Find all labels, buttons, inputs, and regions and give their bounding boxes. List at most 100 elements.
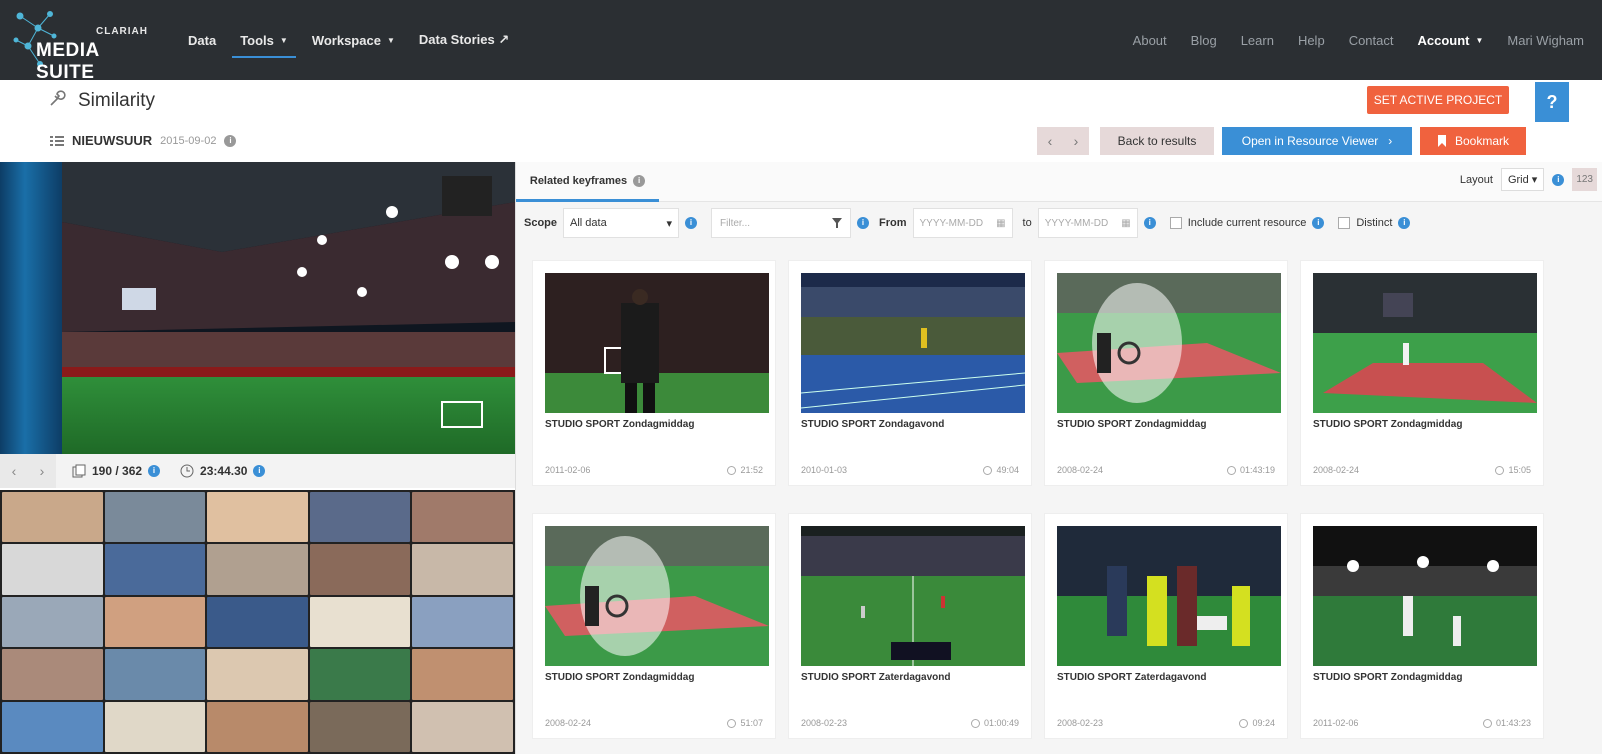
list-icon [50,135,64,146]
info-icon[interactable]: i [1312,217,1325,229]
mosaic-thumbnail[interactable] [412,701,513,752]
result-thumbnail[interactable] [545,273,769,413]
chevron-right-icon: › [1388,134,1393,148]
nav-workspace[interactable]: Workspace ▼ [300,0,407,80]
prev-arrow-icon[interactable]: ‹ [1048,133,1053,149]
mosaic-thumbnail[interactable] [412,596,513,648]
prev-keyframe-icon[interactable]: ‹ [12,463,17,479]
set-active-project-button[interactable]: SET ACTIVE PROJECT [1367,86,1509,114]
result-card[interactable]: STUDIO SPORT Zondagmiddag 2008-02-24 15:05 [1300,260,1544,486]
nav-contact[interactable]: Contact [1337,0,1406,80]
clock-icon [1495,465,1505,475]
secondary-menu: About Blog Learn Help Contact Account ▼ M… [1121,0,1596,80]
nav-tools[interactable]: Tools ▼ [228,0,300,80]
mosaic-thumbnail[interactable] [2,701,103,752]
filter-funnel-icon [832,218,843,228]
result-duration: 01:43:19 [1226,465,1275,475]
mosaic-thumbnail[interactable] [104,492,206,543]
mosaic-thumbnail[interactable] [207,492,308,543]
info-icon[interactable]: i [857,217,870,229]
help-button[interactable]: ? [1535,82,1569,122]
mosaic-thumbnail[interactable] [2,649,103,700]
result-card[interactable]: STUDIO SPORT Zondagmiddag 2008-02-24 01:43… [1044,260,1288,486]
distinct-checkbox[interactable] [1338,217,1351,229]
result-title: STUDIO SPORT Zaterdagavond [801,672,951,683]
mosaic-thumbnail[interactable] [2,544,103,595]
result-card[interactable]: STUDIO SPORT Zaterdagavond 2008-02-23 09:2… [1044,513,1288,739]
media-suite-logo[interactable]: CLARIAH MEDIA SUITE [10,6,160,83]
nav-data-stories[interactable]: Data Stories ↗ [407,0,521,80]
result-card[interactable]: STUDIO SPORT Zondagavond 2010-01-03 49:04 [788,260,1032,486]
mosaic-thumbnail[interactable] [412,649,513,700]
info-icon[interactable]: i [1552,173,1565,186]
info-icon[interactable]: i [253,465,266,477]
from-date-input[interactable]: YYYY-MM-DD ▦ [912,208,1013,238]
result-thumbnail[interactable] [545,526,769,666]
tab-related-keyframes[interactable]: Related keyframes i [516,162,659,202]
result-thumbnail[interactable] [1057,273,1281,413]
nav-about[interactable]: About [1121,0,1179,80]
info-icon[interactable]: i [1143,217,1156,229]
mosaic-thumbnail[interactable] [412,492,513,543]
result-date: 2008-02-24 [1057,465,1104,475]
result-title: STUDIO SPORT Zondagavond [801,419,945,430]
next-keyframe-icon[interactable]: › [40,463,45,479]
result-date: 2008-02-23 [801,718,848,728]
clock-icon [1226,465,1236,475]
nav-user-name[interactable]: Mari Wigham [1495,0,1596,80]
result-card[interactable]: STUDIO SPORT Zondagmiddag 2011-02-06 01:43… [1300,513,1544,739]
mosaic-thumbnail[interactable] [104,649,206,700]
nav-account[interactable]: Account ▼ [1406,0,1496,80]
result-duration-text: 15:05 [1508,465,1531,475]
mosaic-thumbnail[interactable] [309,544,411,595]
mosaic-thumbnail[interactable] [309,649,411,700]
filter-input[interactable]: Filter... [711,208,852,238]
nav-help[interactable]: Help [1286,0,1337,80]
scope-select[interactable]: All data ▾ [563,208,680,238]
info-icon[interactable]: i [633,174,646,187]
result-card[interactable]: STUDIO SPORT Zondagmiddag 2008-02-24 51:07 [532,513,776,739]
mosaic-thumbnail[interactable] [207,649,308,700]
video-player[interactable] [0,162,515,454]
info-icon[interactable]: i [224,134,237,147]
mosaic-thumbnail[interactable] [104,596,206,648]
result-thumbnail[interactable] [1313,526,1537,666]
include-current-resource-checkbox[interactable] [1169,217,1182,229]
mosaic-thumbnail[interactable] [412,544,513,595]
keyframe-image [1313,273,1537,413]
mosaic-thumbnail[interactable] [207,596,308,648]
bookmark-icon [1437,135,1446,147]
open-in-resource-viewer-button[interactable]: Open in Resource Viewer › [1222,127,1412,155]
mosaic-thumbnail[interactable] [309,492,411,543]
info-icon[interactable]: i [685,217,698,229]
result-card[interactable]: STUDIO SPORT Zondagmiddag 2011-02-06 21:52 [532,260,776,486]
mosaic-thumbnail[interactable] [309,596,411,648]
mosaic-thumbnail[interactable] [2,492,103,543]
mosaic-thumbnail[interactable] [207,544,308,595]
result-thumbnail[interactable] [1313,273,1537,413]
result-title: STUDIO SPORT Zondagmiddag [1313,672,1463,683]
mosaic-thumbnail[interactable] [309,701,411,752]
result-duration-text: 09:24 [1252,718,1275,728]
nav-data[interactable]: Data [176,0,228,80]
nav-learn[interactable]: Learn [1229,0,1286,80]
mosaic-thumbnail[interactable] [2,596,103,648]
back-to-results-button[interactable]: Back to results [1100,127,1214,155]
result-thumbnail[interactable] [801,273,1025,413]
next-arrow-icon[interactable]: › [1074,133,1079,149]
result-card[interactable]: STUDIO SPORT Zaterdagavond 2008-02-23 01:0… [788,513,1032,739]
from-label: From [879,217,907,229]
result-thumbnail[interactable] [1057,526,1281,666]
from-date-placeholder: YYYY-MM-DD [919,217,984,229]
mosaic-thumbnail[interactable] [104,701,206,752]
info-icon[interactable]: i [1398,217,1411,229]
result-thumbnail[interactable] [801,526,1025,666]
to-date-input[interactable]: YYYY-MM-DD ▦ [1037,208,1138,238]
bookmark-button[interactable]: Bookmark [1420,127,1526,155]
mosaic-thumbnail[interactable] [207,701,308,752]
mosaic-thumbnail[interactable] [104,544,206,595]
info-icon[interactable]: i [148,465,161,477]
nav-workspace-label: Workspace [311,32,381,48]
nav-blog[interactable]: Blog [1179,0,1229,80]
layout-select[interactable]: Grid ▾ [1500,168,1545,191]
